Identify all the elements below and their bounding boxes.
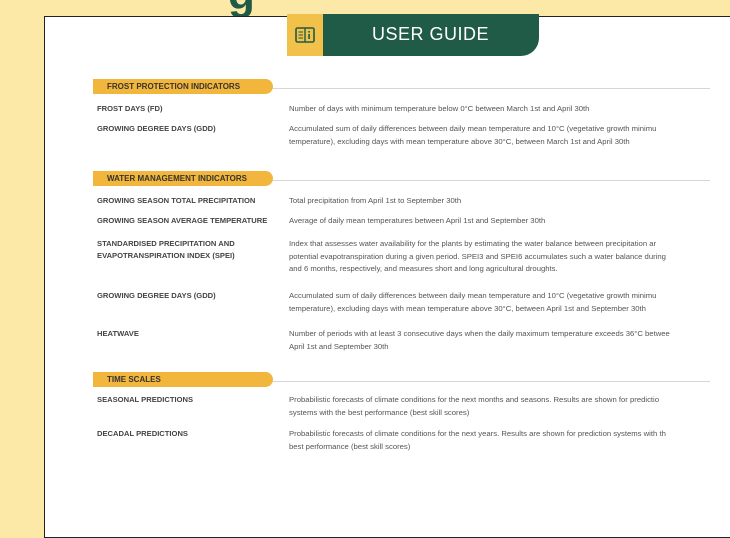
- indicator-term: SEASONAL PREDICTIONS: [97, 394, 282, 406]
- indicator-definition: Accumulated sum of daily differences bet…: [289, 123, 730, 148]
- indicator-term: GROWING SEASON AVERAGE TEMPERATURE: [97, 215, 282, 227]
- indicator-definition-line: temperature), excluding days with mean t…: [289, 303, 646, 313]
- section-divider: [273, 381, 710, 382]
- indicator-definition-line: Number of days with minimum temperature …: [289, 104, 590, 113]
- indicator-definition: Probabilistic forecasts of climate condi…: [289, 394, 730, 419]
- indicator-term-line: DECADAL PREDICTIONS: [97, 429, 188, 438]
- user-guide-sheet: [44, 16, 730, 538]
- section-header: FROST PROTECTION INDICATORS: [93, 79, 273, 94]
- indicator-definition-line: Accumulated sum of daily differences bet…: [289, 124, 657, 133]
- indicator-definition-line: Accumulated sum of daily differences bet…: [289, 291, 657, 300]
- indicator-definition: Index that assesses water availability f…: [289, 238, 730, 276]
- section-divider: [273, 180, 710, 181]
- indicator-term-line: FROST DAYS (FD): [97, 104, 163, 113]
- section-divider: [273, 88, 710, 89]
- indicator-definition-line: Total precipitation from April 1st to Se…: [289, 196, 462, 205]
- indicator-definition: Number of days with minimum temperature …: [289, 103, 730, 116]
- indicator-definition-line: Number of periods with at least 3 consec…: [289, 329, 670, 338]
- indicator-term: GROWING SEASON TOTAL PRECIPITATION: [97, 195, 282, 207]
- indicator-term-line: GROWING DEGREE DAYS (GDD): [97, 291, 216, 300]
- indicator-definition-line: Probabilistic forecasts of climate condi…: [289, 395, 660, 404]
- indicator-definition-line: Probabilistic forecasts of climate condi…: [289, 429, 666, 438]
- section-header: TIME SCALES: [93, 372, 273, 387]
- indicator-term-line: EVAPOTRANSPIRATION INDEX (SPEI): [97, 251, 235, 260]
- indicator-definition-line: April 1st and September 30th: [289, 341, 389, 351]
- indicator-definition-line: Index that assesses water availability f…: [289, 239, 657, 248]
- section-header: WATER MANAGEMENT INDICATORS: [93, 171, 273, 186]
- indicator-term-line: GROWING SEASON AVERAGE TEMPERATURE: [97, 216, 268, 225]
- indicator-definition: Average of daily mean temperatures betwe…: [289, 215, 730, 228]
- indicator-term-line: HEATWAVE: [97, 329, 139, 338]
- page-title: USER GUIDE: [372, 24, 490, 44]
- indicator-term-line: GROWING DEGREE DAYS (GDD): [97, 124, 216, 133]
- indicator-term: FROST DAYS (FD): [97, 103, 282, 115]
- indicator-term-line: STANDARDISED PRECIPITATION AND: [97, 239, 235, 248]
- indicator-definition-line: and 6 months, respectively, and measures…: [289, 264, 558, 273]
- indicator-definition-line: potential evapotranspiration during a gi…: [289, 251, 666, 261]
- indicator-term: DECADAL PREDICTIONS: [97, 428, 282, 440]
- indicator-definition: Probabilistic forecasts of climate condi…: [289, 428, 730, 453]
- indicator-term: STANDARDISED PRECIPITATION AND EVAPOTRANS…: [97, 238, 282, 262]
- book-info-icon: [287, 14, 323, 56]
- partial-heading: g: [228, 0, 255, 17]
- indicator-term: GROWING DEGREE DAYS (GDD): [97, 123, 282, 135]
- indicator-term: HEATWAVE: [97, 328, 282, 340]
- indicator-term: GROWING DEGREE DAYS (GDD): [97, 290, 282, 302]
- indicator-definition-line: systems with the best performance (best …: [289, 407, 470, 417]
- indicator-definition: Total precipitation from April 1st to Se…: [289, 195, 730, 208]
- indicator-term-line: SEASONAL PREDICTIONS: [97, 395, 194, 404]
- indicator-definition-line: temperature), excluding days with mean t…: [289, 136, 630, 146]
- indicator-definition-line: best performance (best skill scores): [289, 441, 411, 451]
- indicator-term-line: GROWING SEASON TOTAL PRECIPITATION: [97, 196, 256, 205]
- indicator-definition: Accumulated sum of daily differences bet…: [289, 290, 730, 315]
- indicator-definition-line: Average of daily mean temperatures betwe…: [289, 216, 546, 225]
- indicator-definition: Number of periods with at least 3 consec…: [289, 328, 730, 353]
